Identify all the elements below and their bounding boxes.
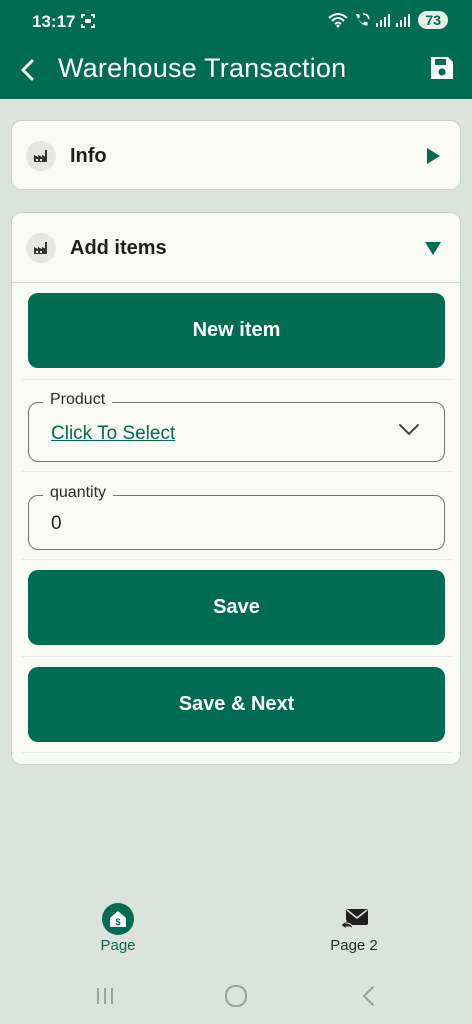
mail-reply-icon — [340, 909, 368, 931]
home-icon[interactable] — [221, 981, 251, 1011]
row-divider — [22, 559, 452, 560]
recents-icon[interactable] — [90, 981, 120, 1011]
product-field-label: Product — [43, 391, 113, 409]
wifi-icon — [328, 13, 349, 28]
nav-label-page: Page — [100, 937, 136, 954]
app-bar: Warehouse Transaction — [0, 44, 472, 99]
battery-level: 73 — [418, 11, 448, 29]
section-divider — [12, 282, 460, 283]
save-and-next-button[interactable]: Save & Next — [28, 667, 445, 742]
row-divider — [22, 752, 452, 753]
quantity-field-label: quantity — [43, 484, 114, 502]
screen-record-icon — [81, 14, 95, 28]
row-divider — [22, 656, 452, 657]
play-right-icon — [427, 148, 440, 164]
floppy-disk-icon[interactable] — [428, 54, 456, 82]
status-bar: 13:17 73 — [0, 0, 472, 44]
signal-icon — [376, 13, 391, 27]
nav-item-page[interactable]: $ Page — [48, 895, 188, 957]
wifi-call-icon — [356, 13, 371, 26]
add-items-section-header[interactable]: Add items — [12, 213, 460, 283]
save-button[interactable]: Save — [28, 570, 445, 645]
row-divider — [22, 471, 452, 472]
new-item-button[interactable]: New item — [28, 293, 445, 368]
nav-item-page-2[interactable]: Page 2 — [284, 895, 424, 957]
page-title: Warehouse Transaction — [58, 53, 347, 83]
triangle-down-icon — [425, 242, 441, 255]
info-section-label: Info — [70, 145, 107, 167]
system-navigation — [0, 975, 472, 1015]
nav-label-page-2: Page 2 — [330, 937, 378, 954]
quantity-value[interactable]: 0 — [51, 513, 62, 535]
add-items-section: Add items New item Product Click To Sele… — [11, 212, 461, 765]
house-dollar-icon: $ — [102, 903, 134, 935]
factory-icon — [26, 141, 56, 171]
chevron-down-icon — [399, 424, 419, 436]
bottom-navigation: $ Page Page 2 — [0, 895, 472, 965]
status-time: 13:17 — [32, 12, 76, 31]
add-items-section-label: Add items — [70, 237, 167, 259]
chevron-left-icon[interactable] — [12, 54, 44, 86]
product-select-link[interactable]: Click To Select — [51, 423, 175, 445]
system-back-icon[interactable] — [354, 981, 384, 1011]
factory-icon — [26, 233, 56, 263]
info-section: Info — [11, 120, 461, 190]
product-select[interactable]: Product Click To Select — [28, 391, 445, 462]
signal-icon — [396, 13, 411, 27]
svg-text:$: $ — [115, 917, 120, 927]
info-section-header[interactable]: Info — [12, 121, 460, 191]
status-icons: 73 — [327, 11, 448, 29]
row-divider — [22, 379, 452, 380]
quantity-field[interactable]: quantity 0 — [28, 484, 445, 550]
